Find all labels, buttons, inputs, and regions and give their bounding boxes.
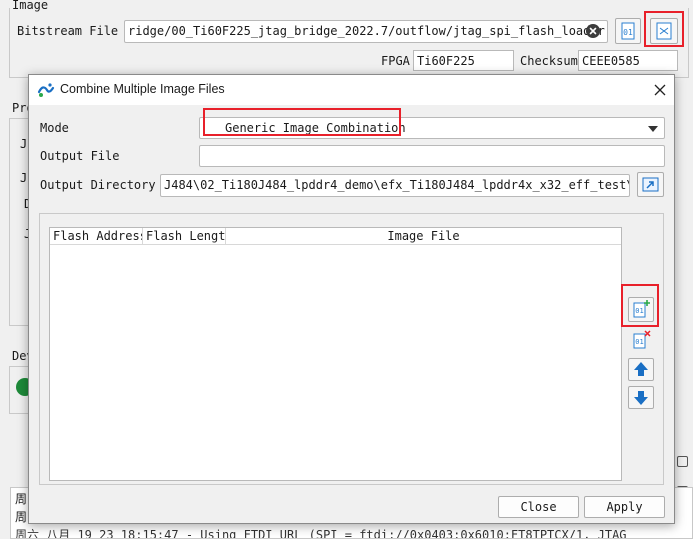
binary-file-icon: 01: [621, 22, 635, 40]
log-line: 周: [15, 510, 28, 524]
output-directory-input[interactable]: J484\02_Ti180J484_lpddr4_demo\efx_Ti180J…: [160, 174, 630, 197]
svg-text:01: 01: [635, 338, 643, 346]
frag-j1: J: [20, 137, 28, 151]
column-header-image-file[interactable]: Image File: [226, 228, 621, 244]
close-button[interactable]: Close: [498, 496, 579, 518]
output-file-input[interactable]: [199, 145, 665, 167]
log-line: 周: [15, 492, 28, 506]
bitstream-file-value: ridge/00_Ti60F225_jtag_bridge_2022.7/out…: [128, 24, 608, 38]
close-icon[interactable]: [653, 83, 667, 97]
browse-bitstream-button[interactable]: 01: [615, 18, 641, 44]
clear-icon[interactable]: [586, 24, 600, 38]
output-file-label: Output File: [40, 149, 120, 163]
arrow-down-icon: [634, 391, 648, 405]
right-side-icon[interactable]: [677, 456, 688, 467]
arrow-up-icon: [634, 362, 648, 376]
bitstream-file-label: Bitstream File: [17, 24, 119, 38]
checksum-label: Checksum: [520, 54, 578, 68]
svg-text:01: 01: [623, 28, 633, 37]
mode-label: Mode: [40, 121, 69, 135]
fpga-field: Ti60F225: [413, 50, 514, 71]
output-directory-label: Output Directory: [40, 178, 156, 192]
combine-button-highlight: [644, 11, 684, 47]
app-icon: [37, 83, 55, 97]
frag-j2: J: [20, 171, 28, 185]
bitstream-file-input[interactable]: ridge/00_Ti60F225_jtag_bridge_2022.7/out…: [124, 20, 608, 43]
folder-icon: [642, 177, 659, 192]
remove-file-icon: 01: [633, 330, 651, 349]
output-directory-value: J484\02_Ti180J484_lpddr4_demo\efx_Ti180J…: [164, 178, 629, 192]
add-image-highlight: [621, 284, 659, 327]
fpga-label: FPGA: [381, 54, 410, 68]
column-header-flash-length[interactable]: Flash Length: [143, 228, 226, 244]
browse-directory-button[interactable]: [637, 172, 664, 197]
checksum-value: CEEE0585: [582, 54, 640, 68]
dialog-title-bar: Combine Multiple Image Files: [29, 75, 674, 105]
checksum-field: CEEE0585: [578, 50, 678, 71]
column-header-flash-address[interactable]: Flash Address: [50, 228, 143, 244]
fpga-value: Ti60F225: [417, 54, 475, 68]
apply-button[interactable]: Apply: [584, 496, 665, 518]
dialog-title: Combine Multiple Image Files: [60, 82, 225, 96]
remove-image-button[interactable]: 01: [629, 329, 653, 351]
combine-images-dialog: Combine Multiple Image Files Mode Generi…: [28, 74, 675, 524]
image-files-table[interactable]: Flash Address Flash Length Image File: [49, 227, 622, 481]
table-header: Flash Address Flash Length Image File: [50, 228, 621, 245]
move-down-button[interactable]: [628, 386, 654, 409]
chevron-down-icon: [648, 126, 658, 132]
mode-highlight: [203, 108, 401, 136]
log-line: 周六 八月 19 23 18:15:47 - Using FTDI URL (S…: [15, 528, 627, 539]
move-up-button[interactable]: [628, 358, 654, 381]
